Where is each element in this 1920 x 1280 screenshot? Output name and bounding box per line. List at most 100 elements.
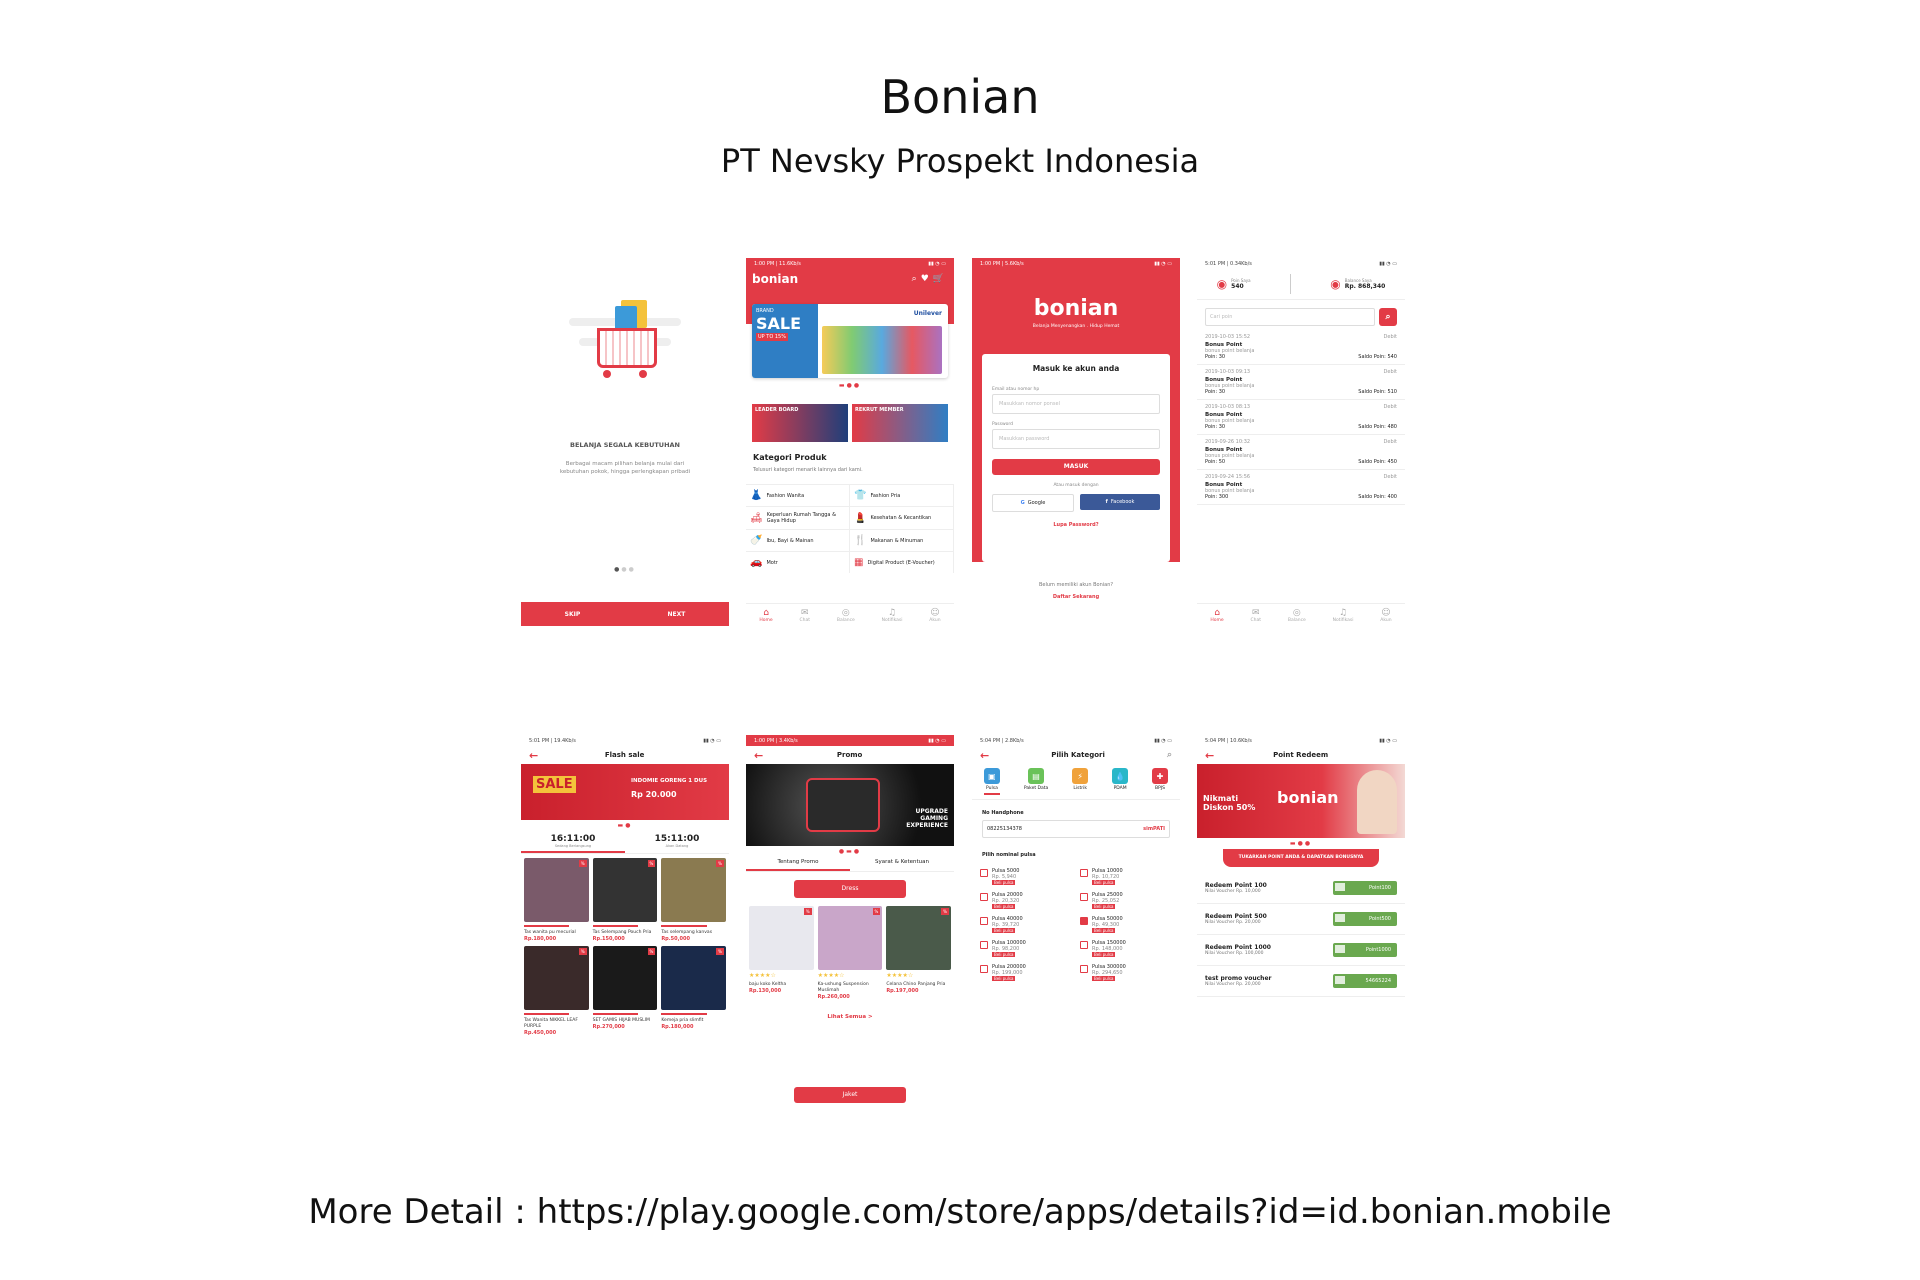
product-card[interactable]: % Tas selempang kanvas Rp.50,000: [661, 858, 726, 942]
category-item[interactable]: 🍴 Makanan & Minuman: [850, 530, 954, 551]
footer-link[interactable]: More Detail : https://play.google.com/st…: [0, 1192, 1920, 1232]
back-arrow-icon[interactable]: ←: [1205, 749, 1214, 762]
checkbox[interactable]: [1080, 869, 1088, 877]
nominal-option[interactable]: Pulsa 5000 Rp. 5,940 Beli pulsa: [980, 868, 1072, 886]
banner-sale-text: SALE: [756, 314, 802, 333]
nominal-option[interactable]: Pulsa 100000 Rp. 98,200 Beli pulsa: [980, 940, 1072, 958]
nominal-option[interactable]: Pulsa 150000 Rp. 148,000 Beli pulsa: [1080, 940, 1172, 958]
product-card[interactable]: % ★★★★☆ Celana Chino Panjang Pria Rp.197,00…: [886, 906, 951, 1000]
kategori-tab[interactable]: ▣ Pulsa: [983, 768, 1000, 795]
checkbox[interactable]: [980, 965, 988, 973]
points-history-item[interactable]: 2019-10-03 09:13 Debit Bonus Point bonus po…: [1197, 365, 1405, 400]
voucher-code[interactable]: Point1000: [1333, 943, 1397, 957]
kategori-tab[interactable]: ▤ Paket Data: [1024, 768, 1048, 795]
points-history-item[interactable]: 2019-10-03 08:13 Debit Bonus Point bonus po…: [1197, 400, 1405, 435]
product-card[interactable]: % ★★★★☆ Ka-ushung Suspension Muslimah Rp.26…: [817, 906, 883, 1000]
kategori-tab[interactable]: ⚡ Listrik: [1072, 768, 1089, 795]
email-field[interactable]: Masukkan nomor ponsel: [992, 394, 1160, 414]
nominal-option[interactable]: Pulsa 10000 Rp. 10,720 Beli pulsa: [1080, 868, 1172, 886]
checkbox[interactable]: [980, 941, 988, 949]
category-item[interactable]: ▦ Digital Product (E-Voucher): [850, 552, 954, 573]
tukarkan-point-button[interactable]: TUKARKAN POINT ANDA & DAPATKAN BONUSNYA: [1223, 849, 1379, 867]
checkbox[interactable]: [1080, 893, 1088, 901]
facebook-login-button[interactable]: f Facebook: [1080, 494, 1160, 510]
nominal-option[interactable]: Pulsa 50000 Rp. 49,300 Beli pulsa: [1080, 916, 1172, 934]
category-item[interactable]: 👕 Fashion Pria: [850, 485, 954, 506]
search-icon[interactable]: ⌕: [912, 274, 921, 284]
nominal-grid: Pulsa 5000 Rp. 5,940 Beli pulsa Pulsa 10000…: [972, 868, 1180, 982]
redeem-banner[interactable]: Nikmati Diskon 50% bonian: [1197, 764, 1405, 838]
checkbox[interactable]: [1080, 965, 1088, 973]
nominal-option[interactable]: Pulsa 25000 Rp. 25,052 Beli pulsa: [1080, 892, 1172, 910]
checkbox[interactable]: [980, 893, 988, 901]
checkbox[interactable]: [980, 869, 988, 877]
back-arrow-icon[interactable]: ←: [980, 749, 989, 762]
product-card[interactable]: % Tas wanita pu mecurial Rp.180,000: [524, 858, 589, 942]
kategori-tab[interactable]: 💧 PDAM: [1112, 768, 1129, 795]
tab-sedang-berlangsung[interactable]: 16:11:00 Sedang Berlangsung: [521, 831, 625, 853]
redeem-item[interactable]: Redeem Point 500 Nilai Voucher Rp. 20,000…: [1197, 904, 1405, 935]
lihat-semua-link[interactable]: Lihat Semua >: [746, 1014, 954, 1020]
nav-akun[interactable]: ☺ Akun: [1380, 608, 1391, 623]
nav-chat[interactable]: ✉ Chat: [1251, 608, 1262, 623]
daftar-link[interactable]: Daftar Sekarang: [972, 594, 1180, 600]
nav-balance[interactable]: ◎ Balance: [837, 608, 855, 623]
search-input[interactable]: Cari poin: [1205, 308, 1375, 326]
tab-tentang-promo[interactable]: Tentang Promo: [746, 855, 850, 871]
voucher-code[interactable]: Point100: [1333, 881, 1397, 895]
nominal-option[interactable]: Pulsa 20000 Rp. 20,320 Beli pulsa: [980, 892, 1072, 910]
back-arrow-icon[interactable]: ←: [754, 749, 763, 762]
google-login-button[interactable]: G Google: [992, 494, 1074, 512]
product-card[interactable]: % Tas Wanita NIKKEL LEAF PURPLE Rp.450,000: [524, 946, 589, 1036]
kategori-tab[interactable]: ✚ BPJS: [1152, 768, 1169, 795]
redeem-item[interactable]: test promo voucher Nilai Voucher Rp. 20,0…: [1197, 966, 1405, 997]
redeem-item[interactable]: Redeem Point 1000 Nilai Voucher Rp. 100,0…: [1197, 935, 1405, 966]
product-card[interactable]: % Kemeja pria slimfit Rp.180,000: [661, 946, 726, 1036]
heart-icon[interactable]: ♥: [921, 274, 933, 284]
tab-syarat-ketentuan[interactable]: Syarat & Ketentuan: [850, 855, 954, 871]
category-item[interactable]: 💄 Kesehatan & Kecantikan: [850, 507, 954, 529]
nominal-option[interactable]: Pulsa 200000 Rp. 199,000 Beli pulsa: [980, 964, 1072, 982]
voucher-code[interactable]: 54665224: [1333, 974, 1397, 988]
phone-number-field[interactable]: 08225134378 simPATI: [982, 820, 1170, 838]
flash-banner[interactable]: SALE INDOMIE GORENG 1 DUS Rp 20.000: [521, 764, 729, 820]
redeem-item[interactable]: Redeem Point 100 Nilai Voucher Rp. 10,000…: [1197, 873, 1405, 904]
brand-sale-banner[interactable]: BRAND SALE UP TO 15% Unilever: [752, 304, 948, 378]
product-card[interactable]: % SET GAMIS HIJAB MUSLIM Rp.270,000: [592, 946, 658, 1036]
promo-tile-rekrut[interactable]: REKRUT MEMBER: [852, 404, 948, 442]
promo-tile-leaderboard[interactable]: LEADER BOARD: [752, 404, 848, 442]
next-button[interactable]: NEXT: [668, 611, 686, 618]
nav-balance[interactable]: ◎ Balance: [1288, 608, 1306, 623]
nav-chat[interactable]: ✉ Chat: [800, 608, 811, 623]
search-icon[interactable]: ⌕: [1167, 750, 1172, 760]
product-card[interactable]: % ★★★★☆ baju koko Keltha Rp.130,000: [749, 906, 814, 1000]
back-arrow-icon[interactable]: ←: [529, 749, 538, 762]
nav-home[interactable]: ⌂ Home: [759, 608, 772, 623]
product-card[interactable]: % Tas Selempang Pouch Pria Rp.150,000: [592, 858, 658, 942]
cart-icon[interactable]: 🛒: [933, 274, 948, 284]
search-button[interactable]: ⌕: [1379, 308, 1397, 326]
nav-notifikasi[interactable]: ♫ Notifikasi: [882, 608, 903, 623]
nav-home[interactable]: ⌂ Home: [1210, 608, 1223, 623]
points-history-item[interactable]: 2019-09-26 10:32 Debit Bonus Point bonus po…: [1197, 435, 1405, 470]
points-history-item[interactable]: 2019-09-24 15:56 Debit Bonus Point bonus po…: [1197, 470, 1405, 505]
category-item[interactable]: 🛋 Keperluan Rumah Tangga & Gaya Hidup: [746, 507, 850, 529]
points-history-item[interactable]: 2019-10-03 15:52 Debit Bonus Point bonus po…: [1197, 330, 1405, 365]
checkbox[interactable]: [1080, 917, 1088, 925]
tab-akan-datang[interactable]: 15:11:00 Akan Datang: [625, 831, 729, 853]
checkbox[interactable]: [980, 917, 988, 925]
category-item[interactable]: 🚗 Motr: [746, 552, 850, 573]
category-item[interactable]: 👗 Fashion Wanita: [746, 485, 850, 506]
nominal-option[interactable]: Pulsa 40000 Rp. 39,720 Beli pulsa: [980, 916, 1072, 934]
category-item[interactable]: 🍼 Ibu, Bayi & Mainan: [746, 530, 850, 551]
password-field[interactable]: Masukkan password: [992, 429, 1160, 449]
masuk-button[interactable]: MASUK: [992, 459, 1160, 475]
lupa-password-link[interactable]: Lupa Password?: [982, 522, 1170, 528]
nav-notifikasi[interactable]: ♫ Notifikasi: [1333, 608, 1354, 623]
nominal-option[interactable]: Pulsa 300000 Rp. 294,650 Beli pulsa: [1080, 964, 1172, 982]
nav-akun[interactable]: ☺ Akun: [929, 608, 940, 623]
skip-button[interactable]: SKIP: [565, 611, 581, 618]
voucher-code[interactable]: Point500: [1333, 912, 1397, 926]
checkbox[interactable]: [1080, 941, 1088, 949]
promo-banner[interactable]: UPGRADE GAMING EXPERIENCE: [746, 764, 954, 846]
